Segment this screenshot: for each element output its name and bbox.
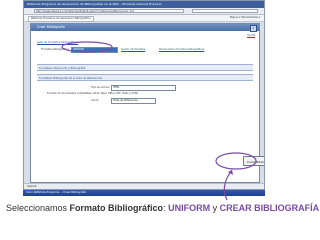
- caption-crear: CREAR BIBLIOGRAFÍA: [219, 203, 320, 213]
- window-title: Refworks Programa de Generación de Bibli…: [24, 1, 264, 8]
- browser-screenshot: Refworks Programa de Generación de Bibli…: [23, 0, 265, 190]
- format-row: Formato bibliográfico: UNIFORM Gestor de…: [41, 46, 246, 53]
- include-select[interactable]: Todas las Referencias: [111, 98, 156, 104]
- format-label: Formato bibliográfico:: [41, 48, 70, 51]
- breadcrumb-link[interactable]: Lista de Formatos bibliográficos: [37, 41, 78, 44]
- section-manuscript[interactable]: Formatear Manuscrito y Bibliografía: [37, 64, 253, 71]
- dialog-header: Crear Bibliografía x: [31, 24, 259, 32]
- format-select[interactable]: UNIFORM: [71, 47, 118, 53]
- preview-formats-link[interactable]: Previsualizar formatos bibliográficos: [159, 48, 204, 51]
- taskbar: Inicio RefWorks Programa ... Crear Bibli…: [23, 190, 265, 196]
- section-reference-list[interactable]: Formatear Bibliografía de la Lista de Re…: [37, 74, 253, 81]
- compatible-formats-note: Formato de documentos compatibles: Word,…: [47, 92, 139, 95]
- caption-uniform: UNIFORM: [168, 203, 211, 213]
- page-tools-menu[interactable]: Página ▾ Herramientas ▾: [230, 16, 260, 20]
- format-manager-link[interactable]: Gestor de formatos: [121, 48, 145, 51]
- address-bar-row: http://www.refworks.com/refworks/default…: [24, 8, 264, 15]
- include-label: Incluir:: [91, 99, 100, 102]
- output-type-select[interactable]: HTML: [111, 85, 176, 91]
- help-link[interactable]: Ayuda: [247, 34, 255, 37]
- caption-text: Seleccionamos Formato Bibliográfico: UNI…: [6, 203, 319, 213]
- address-input[interactable]: http://www.refworks.com/refworks/default…: [34, 9, 184, 13]
- browser-search-input[interactable]: [192, 9, 258, 13]
- dialog-title: Crear Bibliografía: [37, 25, 65, 29]
- tabs-bar: Refworks Programa de Generación Bibliogr…: [24, 15, 264, 22]
- status-bar: Internet: [24, 183, 264, 189]
- caption-prefix: Seleccionamos: [6, 203, 70, 213]
- caption-y: y: [210, 203, 220, 213]
- create-bibliography-button[interactable]: Crear Bibliografía: [243, 156, 264, 166]
- create-bibliography-dialog: Crear Bibliografía x Ayuda Lista de Form…: [30, 23, 260, 183]
- browser-tab[interactable]: Refworks Programa de Generación Bibliogr…: [28, 16, 94, 22]
- output-type-label: Tipo de archivo:: [91, 86, 111, 89]
- caption-format-label: Formato Bibliográfico: [69, 203, 164, 213]
- close-icon[interactable]: x: [250, 25, 257, 32]
